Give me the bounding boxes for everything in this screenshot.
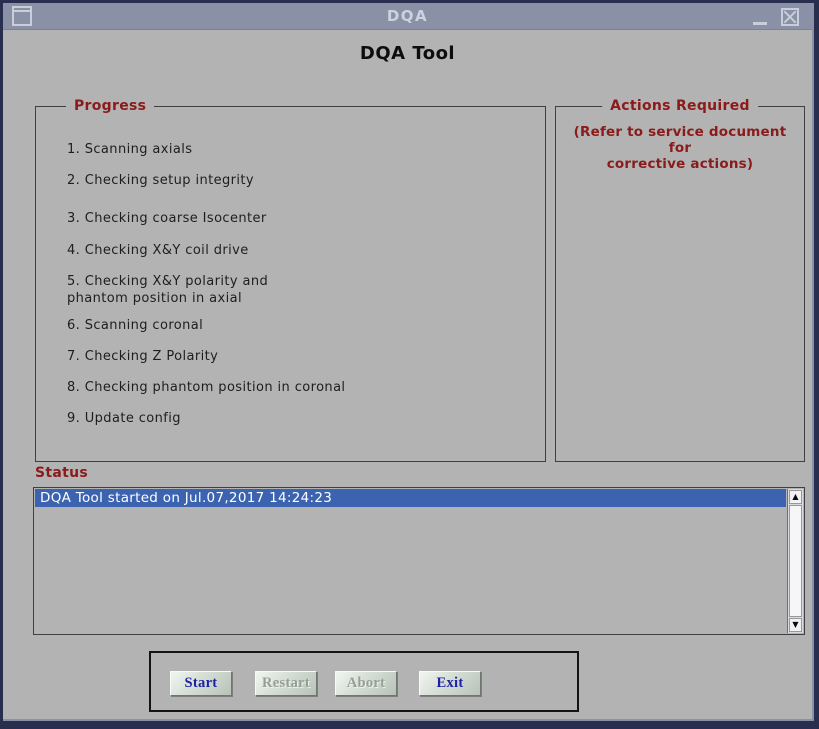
restart-button[interactable]: Restart [255,671,317,696]
scroll-up-icon[interactable]: ▲ [789,490,802,504]
status-scrollbar[interactable]: ▲ ▼ [787,489,803,633]
actions-required-note: (Refer to service document for correctiv… [562,124,798,172]
close-icon[interactable] [781,8,799,26]
status-listbox[interactable]: DQA Tool started on Jul.07,2017 14:24:23… [33,487,805,635]
actions-required-panel: Actions Required (Refer to service docum… [555,106,805,462]
window-title: DQA [3,7,812,25]
scrollbar-thumb[interactable] [789,505,802,617]
progress-step-9: 9. Update config [67,410,535,427]
progress-panel: Progress 1. Scanning axials 2. Checking … [35,106,546,462]
abort-button[interactable]: Abort [335,671,397,696]
start-button[interactable]: Start [170,671,232,696]
progress-step-1: 1. Scanning axials [67,141,535,158]
status-title: Status [35,465,88,481]
action-button-panel: Start Restart Abort Exit [149,651,579,712]
progress-step-2: 2. Checking setup integrity [67,172,535,189]
actions-required-title: Actions Required [602,98,758,114]
progress-step-4: 4. Checking X&Y coil drive [67,242,535,259]
titlebar[interactable]: DQA [3,3,812,30]
progress-step-3: 3. Checking coarse Isocenter [67,210,535,227]
progress-panel-title: Progress [66,98,154,114]
window: DQA DQA Tool Progress 1. Scanning axials… [0,0,819,729]
progress-step-6: 6. Scanning coronal [67,317,535,334]
window-body: DQA DQA Tool Progress 1. Scanning axials… [3,3,814,721]
progress-step-5: 5. Checking X&Y polarity and phantom pos… [67,273,535,307]
status-list-item[interactable]: DQA Tool started on Jul.07,2017 14:24:23 [35,489,786,507]
exit-button[interactable]: Exit [419,671,481,696]
progress-step-8: 8. Checking phantom position in coronal [67,379,535,396]
page-title: DQA Tool [3,43,812,64]
progress-step-7: 7. Checking Z Polarity [67,348,535,365]
minimize-icon[interactable] [753,22,767,25]
scroll-down-icon[interactable]: ▼ [789,618,802,632]
